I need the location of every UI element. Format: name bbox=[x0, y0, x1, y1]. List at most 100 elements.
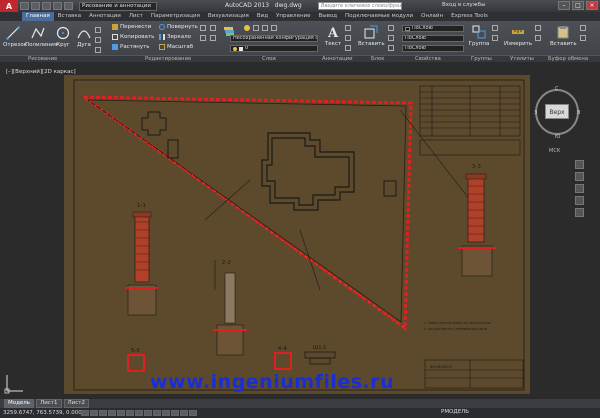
tab-manage[interactable]: Управление bbox=[272, 12, 315, 21]
qp-toggle[interactable] bbox=[171, 410, 179, 416]
sign-in-button[interactable]: Вход в службы bbox=[442, 2, 485, 8]
minimize-button[interactable]: – bbox=[558, 1, 570, 10]
tab-render[interactable]: Визуализация bbox=[204, 12, 253, 21]
viewport-controls[interactable]: [–][Верхний][2D каркас] bbox=[6, 69, 76, 75]
model-space-indicator[interactable]: РМОДЕЛЬ bbox=[441, 409, 469, 415]
grid-toggle[interactable] bbox=[90, 410, 98, 416]
block-tool-icon[interactable] bbox=[388, 35, 394, 41]
layer-tool-icon[interactable] bbox=[253, 25, 259, 31]
color-combo[interactable]: ПоСлою bbox=[402, 25, 464, 32]
close-button[interactable]: × bbox=[586, 1, 598, 10]
polar-toggle[interactable] bbox=[108, 410, 116, 416]
tab-insert[interactable]: Вставка bbox=[54, 12, 85, 21]
compass-east[interactable]: В bbox=[577, 110, 581, 116]
tab-view[interactable]: Вид bbox=[253, 12, 272, 21]
tab-model[interactable]: Модель bbox=[4, 399, 35, 408]
group-button[interactable]: Группа bbox=[468, 25, 490, 47]
lwt-toggle[interactable] bbox=[153, 410, 161, 416]
stretch-button[interactable]: Растянуть bbox=[112, 44, 150, 50]
arc-button[interactable]: Дуга bbox=[76, 26, 92, 48]
tab-layout1[interactable]: Лист1 bbox=[36, 399, 62, 408]
zoom-icon[interactable] bbox=[575, 184, 584, 193]
view-cube[interactable]: С Ю З В Верх bbox=[534, 83, 582, 140]
tab-annotate[interactable]: Аннотации bbox=[85, 12, 125, 21]
open-file-icon[interactable] bbox=[31, 2, 40, 10]
mirror-button[interactable]: Зеркало bbox=[159, 34, 191, 40]
workspace-dropdown[interactable]: Рисование и аннотации bbox=[79, 1, 157, 11]
insert-block-icon bbox=[364, 25, 378, 39]
text-button[interactable]: A Текст bbox=[324, 25, 342, 47]
cut-clip-icon[interactable] bbox=[580, 35, 586, 41]
wcs-menu[interactable]: МСК bbox=[549, 148, 560, 154]
utility-tool-icon[interactable] bbox=[535, 35, 541, 41]
new-file-icon[interactable] bbox=[20, 2, 29, 10]
app-menu-button[interactable]: A bbox=[0, 0, 18, 12]
layer-state-combo[interactable]: Несохраненная конфигурация сло bbox=[230, 35, 318, 42]
redo-icon[interactable] bbox=[64, 2, 73, 10]
tab-layout2[interactable]: Лист2 bbox=[63, 399, 89, 408]
polyline-button[interactable]: Полилиния bbox=[25, 26, 57, 48]
tab-parametric[interactable]: Параметризация bbox=[147, 12, 204, 21]
copy-clip-icon[interactable] bbox=[580, 25, 586, 31]
model-space-canvas[interactable]: 1–1 2–2 3–3 4–4 5–5 Ш1.1 1. СМЕСЬ БЕТОНА… bbox=[0, 62, 600, 399]
modify-tool-icon[interactable] bbox=[210, 25, 216, 31]
tab-plugins[interactable]: Подключаемые модули bbox=[341, 12, 417, 21]
showmotion-icon[interactable] bbox=[575, 208, 584, 217]
ducs-toggle[interactable] bbox=[135, 410, 143, 416]
linetype-combo[interactable]: ПоСлою bbox=[402, 35, 464, 42]
steering-wheel-icon[interactable] bbox=[575, 160, 584, 169]
tpy-toggle[interactable] bbox=[162, 410, 170, 416]
compass-west[interactable]: З bbox=[534, 110, 537, 116]
tab-output[interactable]: Вывод bbox=[315, 12, 342, 21]
am-toggle[interactable] bbox=[189, 410, 197, 416]
tab-online[interactable]: Онлайн bbox=[417, 12, 447, 21]
leader-icon[interactable] bbox=[345, 35, 351, 41]
draw-tool-icon[interactable] bbox=[95, 47, 101, 53]
line-icon bbox=[6, 26, 20, 40]
save-icon[interactable] bbox=[42, 2, 51, 10]
maximize-button[interactable]: □ bbox=[572, 1, 584, 10]
block-tool-icon[interactable] bbox=[388, 45, 394, 51]
snap-toggle[interactable] bbox=[81, 410, 89, 416]
draw-tool-icon[interactable] bbox=[95, 37, 101, 43]
group-tool-icon[interactable] bbox=[492, 25, 498, 31]
layer-combo[interactable]: 0 bbox=[230, 45, 318, 52]
modify-tool-icon[interactable] bbox=[210, 35, 216, 41]
compass-south[interactable]: Ю bbox=[555, 134, 561, 140]
otrack-toggle[interactable] bbox=[126, 410, 134, 416]
ortho-toggle[interactable] bbox=[99, 410, 107, 416]
paste-button[interactable]: Вставить bbox=[550, 25, 577, 47]
osnap-toggle[interactable] bbox=[117, 410, 125, 416]
tab-home[interactable]: Главная bbox=[22, 12, 54, 21]
copy-button[interactable]: Копировать bbox=[112, 34, 154, 40]
undo-icon[interactable] bbox=[53, 2, 62, 10]
utility-tool-icon[interactable] bbox=[535, 25, 541, 31]
dimension-icon[interactable] bbox=[345, 25, 351, 31]
draw-tool-icon[interactable] bbox=[95, 27, 101, 33]
table-icon[interactable] bbox=[345, 45, 351, 51]
dyn-toggle[interactable] bbox=[144, 410, 152, 416]
scale-button[interactable]: Масштаб bbox=[159, 44, 193, 50]
modify-tool-icon[interactable] bbox=[200, 35, 206, 41]
layer-tool-icon[interactable] bbox=[271, 25, 277, 31]
orbit-icon[interactable] bbox=[575, 196, 584, 205]
circle-button[interactable]: Круг bbox=[55, 26, 71, 48]
sc-toggle[interactable] bbox=[180, 410, 188, 416]
group-tool-icon[interactable] bbox=[492, 35, 498, 41]
view-cube-top-face[interactable]: Верх bbox=[545, 104, 569, 119]
lineweight-combo[interactable]: ПоСлою bbox=[402, 45, 464, 52]
modify-tool-icon[interactable] bbox=[200, 25, 206, 31]
light-bulb-icon[interactable] bbox=[244, 25, 250, 31]
measure-button[interactable]: Измерить bbox=[504, 25, 532, 47]
line-button[interactable]: Отрезок bbox=[3, 26, 27, 48]
tab-express-tools[interactable]: Express Tools bbox=[447, 12, 492, 21]
move-button[interactable]: Перенести bbox=[112, 24, 151, 30]
help-search-input[interactable]: Введите ключевое слово/фразу bbox=[318, 2, 402, 10]
insert-block-button[interactable]: Вставить bbox=[358, 25, 385, 47]
tab-layout[interactable]: Лист bbox=[125, 12, 147, 21]
block-tool-icon[interactable] bbox=[388, 25, 394, 31]
pan-icon[interactable] bbox=[575, 172, 584, 181]
compass-north[interactable]: С bbox=[555, 86, 559, 92]
rotate-button[interactable]: Повернуть bbox=[159, 24, 198, 30]
layer-tool-icon[interactable] bbox=[262, 25, 268, 31]
